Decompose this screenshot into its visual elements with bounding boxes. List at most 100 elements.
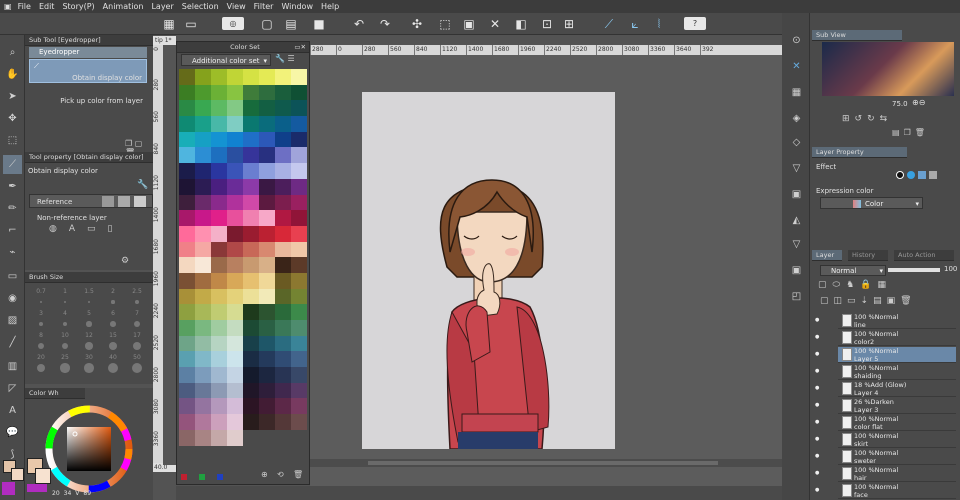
effect-tone-icon[interactable]: [918, 171, 926, 179]
draft-layer-icon[interactable]: ▯: [108, 224, 113, 238]
ruler-icon[interactable]: ◸: [3, 379, 22, 398]
color-swatch[interactable]: [275, 398, 291, 415]
delete-color-icon[interactable]: 🗑: [293, 470, 303, 479]
menu-view[interactable]: View: [223, 0, 250, 13]
color-swatch[interactable]: [291, 272, 307, 289]
color-swatch[interactable]: [259, 382, 275, 399]
delete-layer-icon[interactable]: 🗑: [900, 296, 916, 306]
color-swatch[interactable]: [179, 398, 195, 415]
color-swatch[interactable]: [179, 163, 195, 179]
color-swatch[interactable]: [227, 178, 243, 195]
color-swatch[interactable]: [291, 320, 307, 336]
menu-help[interactable]: Help: [317, 0, 343, 13]
color-swatch[interactable]: [227, 69, 243, 85]
color-swatch[interactable]: [195, 116, 211, 132]
zoom-icon[interactable]: ⌕: [3, 43, 22, 62]
tool-icon-10[interactable]: ◰: [787, 287, 806, 306]
color-swatch[interactable]: [227, 398, 243, 415]
color-swatch[interactable]: [195, 414, 211, 430]
tool-icon-1[interactable]: ✕: [787, 57, 806, 76]
color-swatch[interactable]: [227, 84, 243, 101]
color-swatch[interactable]: [227, 116, 243, 132]
reference-layer-icon[interactable]: [118, 196, 130, 207]
tool-icon-5[interactable]: ▽: [787, 159, 806, 178]
color-swatch[interactable]: [275, 335, 291, 352]
color-swatch[interactable]: [291, 178, 307, 195]
mask-add-icon[interactable]: ▣: [887, 296, 901, 306]
color-swatch[interactable]: [243, 241, 259, 258]
color-swatch[interactable]: [211, 272, 227, 289]
color-swatch[interactable]: [227, 257, 243, 273]
new-raster-icon[interactable]: ▢: [820, 296, 834, 306]
color-swatch[interactable]: [179, 194, 195, 211]
color-swatch[interactable]: [259, 335, 275, 352]
reference-toggle-icon[interactable]: [102, 196, 114, 207]
undo-icon[interactable]: ↶: [350, 15, 368, 33]
color-swatch[interactable]: [179, 131, 195, 148]
color-swatch[interactable]: [275, 100, 291, 117]
color-swatch[interactable]: [259, 367, 275, 383]
color-swatch[interactable]: [227, 194, 243, 211]
layer-property-header[interactable]: Layer Property: [812, 147, 907, 158]
color-swatch[interactable]: [243, 210, 259, 226]
color-swatch[interactable]: [195, 84, 211, 101]
brush-size-cell[interactable]: 25: [53, 354, 77, 376]
color-swatch[interactable]: [243, 84, 259, 101]
color-swatch[interactable]: [291, 163, 307, 179]
tab-layer[interactable]: Layer: [812, 250, 842, 261]
layer-row[interactable]: 18 %Add (Glow) Layer 4: [838, 381, 956, 397]
color-swatch[interactable]: [227, 351, 243, 368]
color-swatch[interactable]: [243, 163, 259, 179]
color-swatch[interactable]: [291, 288, 307, 305]
color-swatch[interactable]: [195, 304, 211, 320]
color-swatch[interactable]: [179, 320, 195, 336]
reference-settings-icon[interactable]: [134, 196, 146, 207]
layer-row[interactable]: 100 %Normal shaiding: [838, 364, 956, 380]
initialize-icon[interactable]: ⚙: [121, 256, 129, 266]
image-icon[interactable]: ▤: [892, 128, 904, 137]
color-swatch[interactable]: [179, 272, 195, 289]
color-swatch[interactable]: [227, 147, 243, 164]
pen-icon[interactable]: ✒: [3, 177, 22, 196]
transparent-swatch[interactable]: [27, 484, 47, 492]
brush-size-cell[interactable]: 1: [53, 288, 77, 310]
color-swatch[interactable]: [195, 163, 211, 179]
visibility-eye-icon[interactable]: ●: [815, 368, 823, 376]
color-swatch[interactable]: [259, 210, 275, 226]
color-swatch[interactable]: [195, 131, 211, 148]
color-swatch[interactable]: [195, 178, 211, 195]
rotate-left-icon[interactable]: ↺: [855, 114, 868, 124]
color-swatch[interactable]: [227, 335, 243, 352]
copy-icon[interactable]: ❐: [125, 139, 132, 148]
color-swatch[interactable]: [211, 288, 227, 305]
color-swatch[interactable]: [275, 272, 291, 289]
brush-size-cell[interactable]: 20: [29, 354, 53, 376]
draft-icon[interactable]: ♞: [846, 280, 860, 290]
color-swatch[interactable]: [291, 335, 307, 352]
color-swatch[interactable]: [243, 367, 259, 383]
clip-studio-icon[interactable]: ◎: [222, 17, 244, 30]
brush-size-cell[interactable]: 15: [101, 332, 125, 354]
text-icon[interactable]: A: [3, 401, 22, 420]
color-swatch[interactable]: [227, 429, 243, 446]
clear-icon[interactable]: ⬚: [436, 15, 454, 33]
color-swatch[interactable]: [211, 84, 227, 101]
visibility-eye-icon[interactable]: ●: [815, 334, 823, 342]
tool-icon-2[interactable]: ▦: [787, 83, 806, 102]
copy-icon[interactable]: ❐: [904, 128, 915, 137]
color-swatch[interactable]: [179, 335, 195, 352]
color-swatch[interactable]: [179, 178, 195, 195]
color-swatch[interactable]: [211, 414, 227, 430]
color-swatch[interactable]: [243, 272, 259, 289]
pencil-icon[interactable]: ✏: [3, 199, 22, 218]
lock-icon[interactable]: 🔒: [860, 280, 877, 290]
color-swatch[interactable]: [291, 257, 307, 273]
layer-row[interactable]: 100 %Normal skirt: [838, 432, 956, 448]
brush-size-cell[interactable]: 5: [77, 310, 101, 332]
text-layer-icon[interactable]: A: [69, 224, 75, 238]
color-swatch[interactable]: [291, 116, 307, 132]
color-swatch[interactable]: [243, 288, 259, 305]
color-swatch[interactable]: [259, 100, 275, 117]
color-swatch[interactable]: [275, 194, 291, 211]
sub-color-swatch[interactable]: [11, 468, 24, 481]
